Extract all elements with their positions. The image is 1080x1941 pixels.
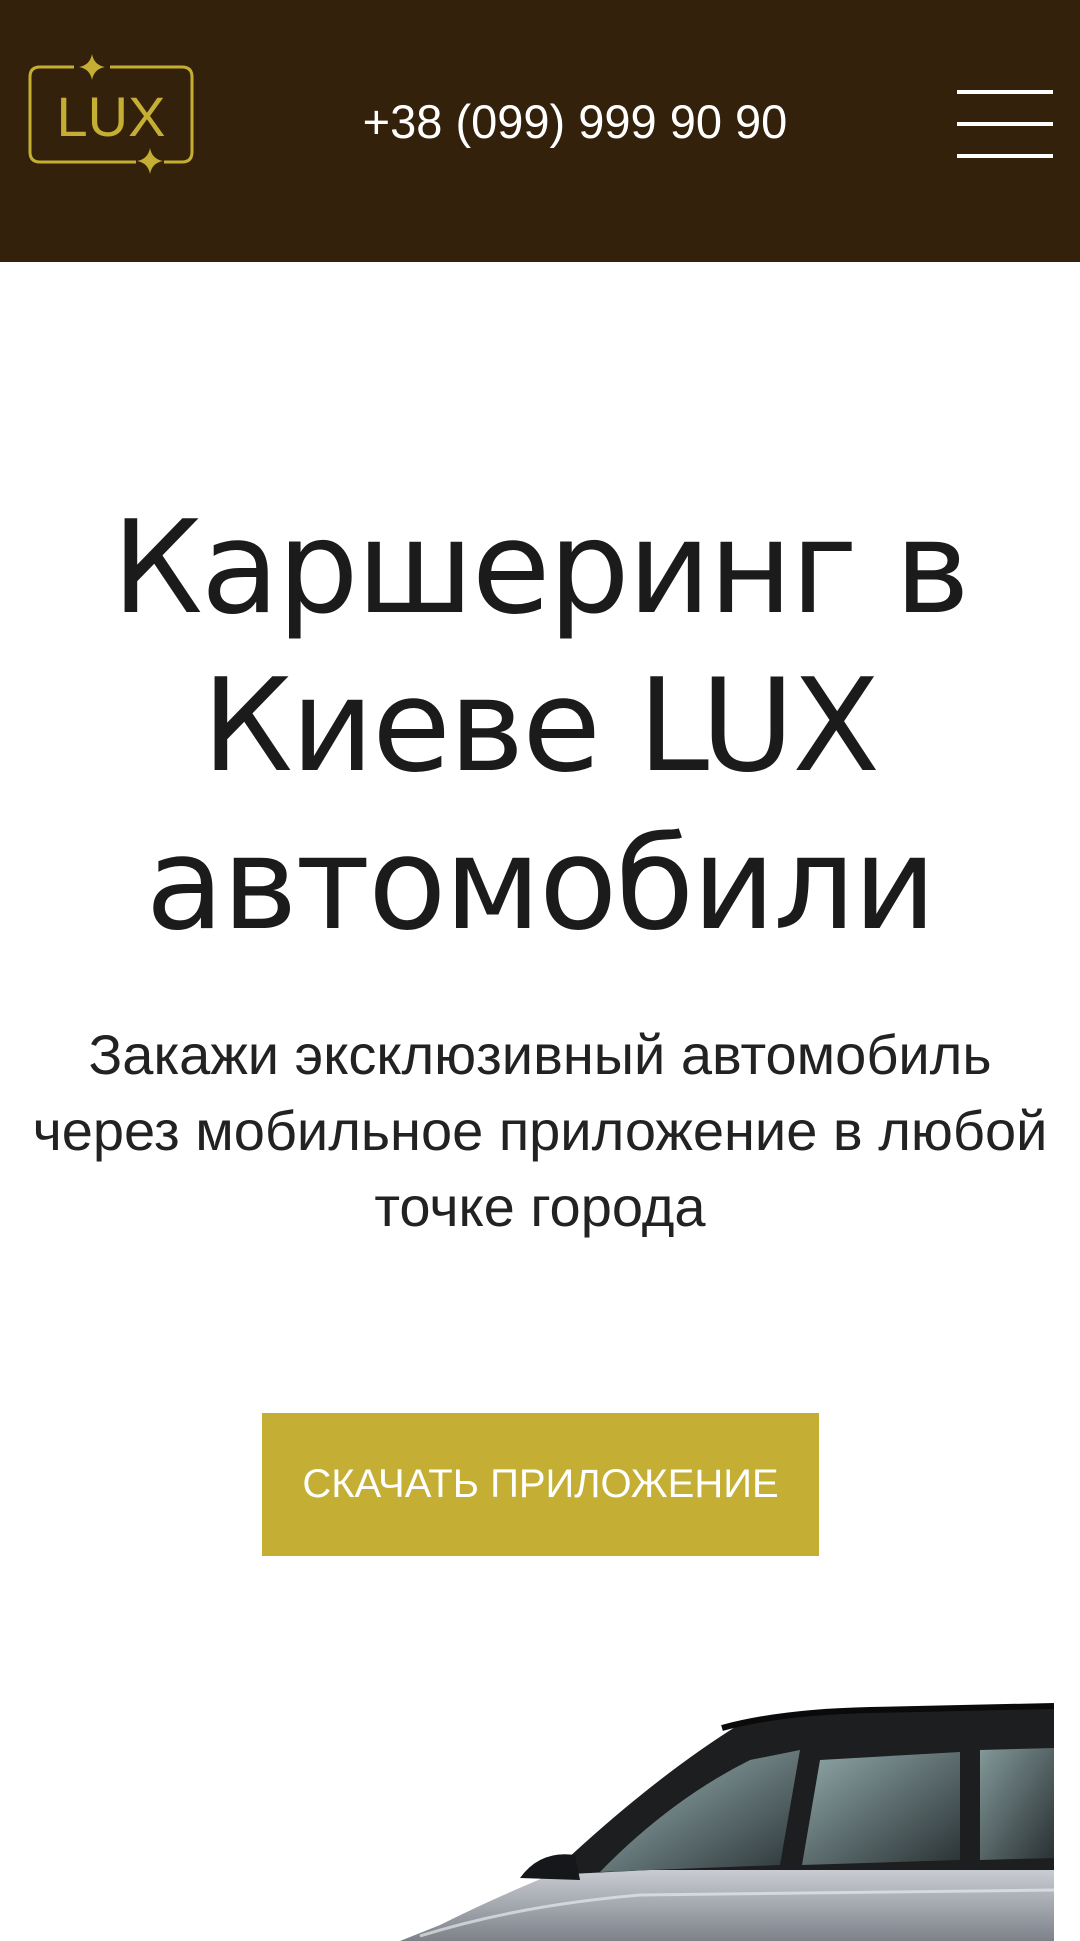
car-image [400,1700,1054,1941]
download-app-button[interactable]: СКАЧАТЬ ПРИЛОЖЕНИЕ [262,1413,819,1556]
lux-logo-icon: LUX [28,54,194,174]
hero-title: Каршеринг в Киеве LUX автомобили [112,494,970,959]
lux-logo[interactable]: LUX [26,52,196,184]
menu-button[interactable] [955,90,1055,160]
menu-line [957,90,1053,94]
menu-line [957,154,1053,158]
phone-link[interactable]: +38 (099) 999 90 90 [340,92,810,152]
logo-text: LUX [57,85,166,148]
menu-line [957,122,1053,126]
site-header: LUX +38 (099) 999 90 90 [0,0,1080,262]
hero-subtitle: Закажи эксклюзивный автомобиль через моб… [32,1023,1048,1238]
